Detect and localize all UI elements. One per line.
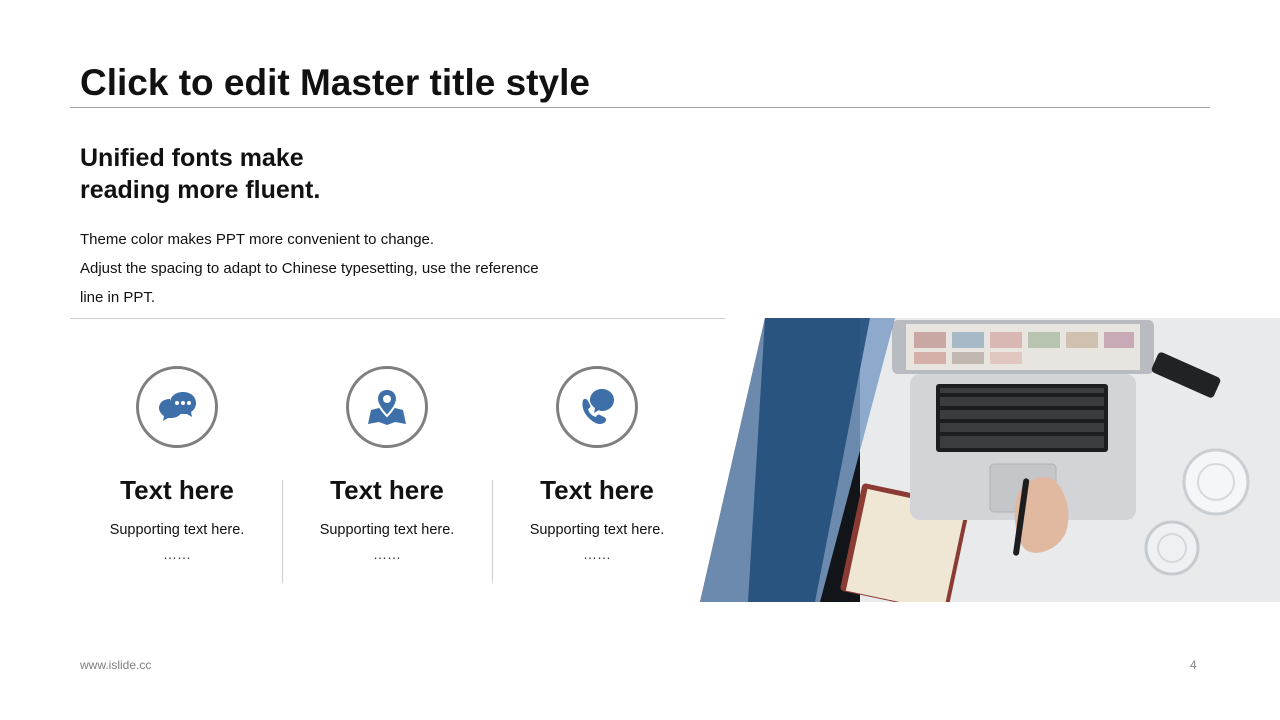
body-line-3: line in PPT.	[80, 289, 156, 306]
feature-2[interactable]: Text here Supporting text here. ……	[282, 366, 492, 562]
feature-3-subtitle: Supporting text here.	[529, 522, 665, 538]
feature-1-icon-circle	[136, 366, 218, 448]
feature-1[interactable]: Text here Supporting text here. ……	[72, 366, 282, 562]
feature-2-title: Text here	[330, 475, 444, 505]
feature-3-icon-circle	[556, 366, 638, 448]
feature-1-ellipsis: ……	[163, 546, 191, 562]
subheading[interactable]: Unified fonts make reading more fluent.	[80, 142, 480, 206]
subheading-line-2: reading more fluent.	[80, 176, 321, 204]
title-divider	[70, 107, 1210, 108]
body-line-2: Adjust the spacing to adapt to Chinese t…	[80, 260, 539, 277]
footer-url[interactable]: www.islide.cc	[80, 658, 151, 672]
body-line-1: Theme color makes PPT more convenient to…	[80, 231, 435, 248]
feature-3[interactable]: Text here Supporting text here. ……	[492, 366, 702, 562]
feature-2-icon-circle	[346, 366, 428, 448]
section-divider	[70, 318, 725, 319]
slide-title[interactable]: Click to edit Master title style	[80, 60, 590, 106]
laptop-desk-photo	[700, 318, 1280, 602]
feature-3-title: Text here	[540, 475, 654, 505]
glass-bottle	[1182, 448, 1250, 516]
feature-2-subtitle: Supporting text here.	[319, 522, 455, 538]
map-pin-icon	[368, 387, 406, 425]
body-text[interactable]: Theme color makes PPT more convenient to…	[80, 225, 600, 312]
feature-1-subtitle: Supporting text here.	[109, 522, 245, 538]
feature-3-ellipsis: ……	[583, 546, 611, 562]
page-number: 4	[1190, 658, 1197, 672]
subheading-line-1: Unified fonts make	[80, 144, 304, 172]
phone-chat-icon	[582, 389, 614, 425]
feature-2-ellipsis: ……	[373, 546, 401, 562]
feature-1-title: Text here	[120, 475, 234, 505]
chat-bubbles-icon	[159, 392, 196, 421]
drinking-glass	[1144, 520, 1200, 576]
